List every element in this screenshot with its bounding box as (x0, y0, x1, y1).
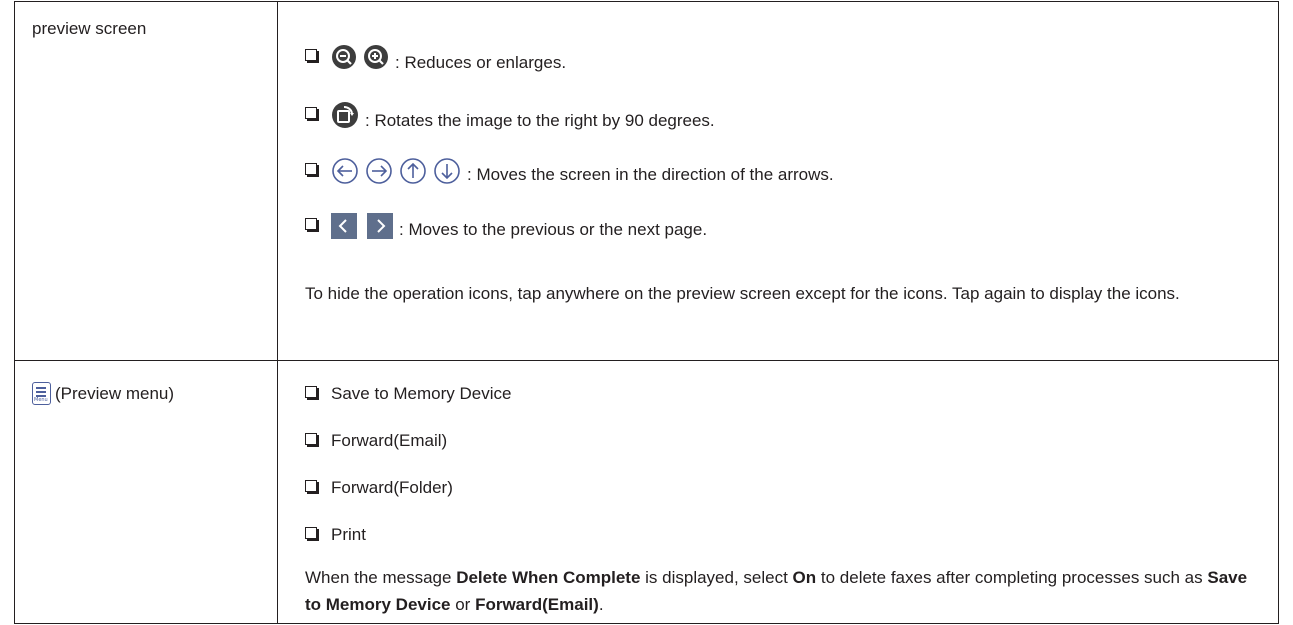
note-text: to delete faxes after completing process… (816, 568, 1208, 587)
item-text: : Moves to the previous or the next page… (399, 220, 708, 239)
menu-item-forward-email: Forward(Email) (305, 431, 447, 451)
preview-screen-row: preview screen : Reduces or enlarges. : … (15, 1, 1278, 361)
preview-menu-row: Menu (Preview menu) Save to Memory Devic… (15, 360, 1278, 624)
row-label-preview-screen: preview screen (32, 19, 147, 38)
item-text: : Rotates the image to the right by 90 d… (365, 111, 715, 130)
note-text: or (450, 595, 476, 614)
previous-page-icon (331, 213, 357, 239)
arrow-down-circle-icon (433, 157, 461, 185)
note-text: When the message (305, 568, 457, 587)
checkbox-bullet (305, 480, 317, 492)
note-bold: On (792, 568, 817, 587)
next-page-icon (367, 213, 393, 239)
item-text: Forward(Folder) (331, 478, 453, 497)
item-text: Print (331, 525, 366, 544)
preview-note: To hide the operation icons, tap anywher… (305, 284, 1180, 303)
checkbox-bullet (305, 433, 317, 445)
delete-note: When the message Delete When Complete is… (305, 564, 1265, 618)
menu-icon: Menu (32, 382, 51, 405)
arrow-left-circle-icon (331, 157, 359, 185)
checkbox-bullet (305, 386, 317, 398)
column-divider (277, 2, 278, 360)
note-text: . (598, 595, 604, 614)
item-text: : Moves the screen in the direction of t… (467, 165, 834, 184)
item-text: Save to Memory Device (331, 384, 512, 403)
note-bold: Forward(Email) (475, 595, 599, 614)
rotate-right-icon (331, 101, 359, 129)
settings-table: preview screen : Reduces or enlarges. : … (14, 1, 1279, 624)
list-item-arrows: : Moves the screen in the direction of t… (305, 157, 834, 185)
checkbox-bullet (305, 163, 317, 175)
list-item-zoom: : Reduces or enlarges. (305, 44, 567, 72)
note-text: is displayed, select (640, 568, 793, 587)
zoom-out-icon (331, 44, 357, 70)
menu-item-print: Print (305, 525, 366, 545)
checkbox-bullet (305, 49, 317, 61)
checkbox-bullet (305, 527, 317, 539)
menu-item-save: Save to Memory Device (305, 384, 511, 404)
list-item-page-nav: : Moves to the previous or the next page… (305, 213, 707, 239)
arrow-up-circle-icon (399, 157, 427, 185)
zoom-in-icon (363, 44, 389, 70)
menu-icon-label: Menu (34, 397, 48, 403)
item-text: : Reduces or enlarges. (395, 53, 567, 72)
item-text: Forward(Email) (331, 431, 448, 450)
column-divider (277, 360, 278, 624)
row-label-preview-menu: (Preview menu) (55, 384, 175, 403)
arrow-right-circle-icon (365, 157, 393, 185)
checkbox-bullet (305, 107, 317, 119)
checkbox-bullet (305, 218, 317, 230)
menu-item-forward-folder: Forward(Folder) (305, 478, 453, 498)
list-item-rotate: : Rotates the image to the right by 90 d… (305, 101, 715, 130)
note-bold: Delete When Complete (456, 568, 641, 587)
